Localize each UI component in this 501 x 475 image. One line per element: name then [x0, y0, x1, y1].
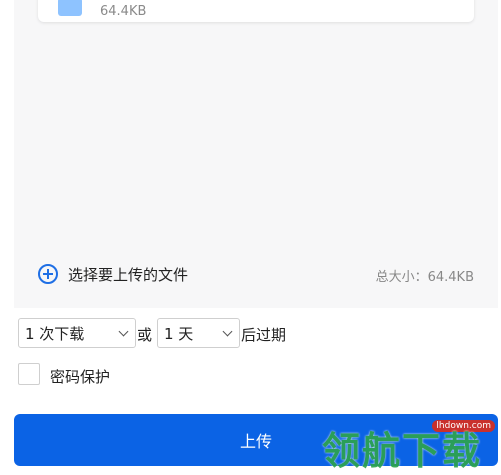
watermark-text: 领航下载: [322, 429, 483, 473]
add-files-label: 选择要上传的文件: [68, 265, 189, 284]
download-count-value: 1 次下载: [25, 324, 85, 343]
watermark-logo: lhdown.com 领航下载: [318, 418, 501, 474]
chevron-down-icon: [222, 326, 233, 336]
or-label: 或: [137, 326, 153, 344]
expiry-days-select[interactable]: 1 天: [157, 318, 240, 348]
add-files-button[interactable]: 选择要上传的文件: [38, 262, 188, 286]
chevron-down-icon: [118, 326, 129, 336]
download-count-select[interactable]: 1 次下载: [18, 318, 136, 348]
folder-icon: [58, 0, 82, 16]
file-size: 64.4KB: [100, 4, 147, 19]
total-size: 总大小：64.4KB: [375, 270, 474, 285]
upload-button-label: 上传: [239, 432, 272, 451]
expire-label: 后过期: [241, 326, 287, 344]
password-checkbox[interactable]: [18, 363, 40, 385]
password-label: 密码保护: [50, 368, 111, 386]
file-card: 64.4KB: [38, 0, 474, 22]
expiry-days-value: 1 天: [164, 324, 194, 343]
add-circle-icon: [38, 264, 58, 284]
